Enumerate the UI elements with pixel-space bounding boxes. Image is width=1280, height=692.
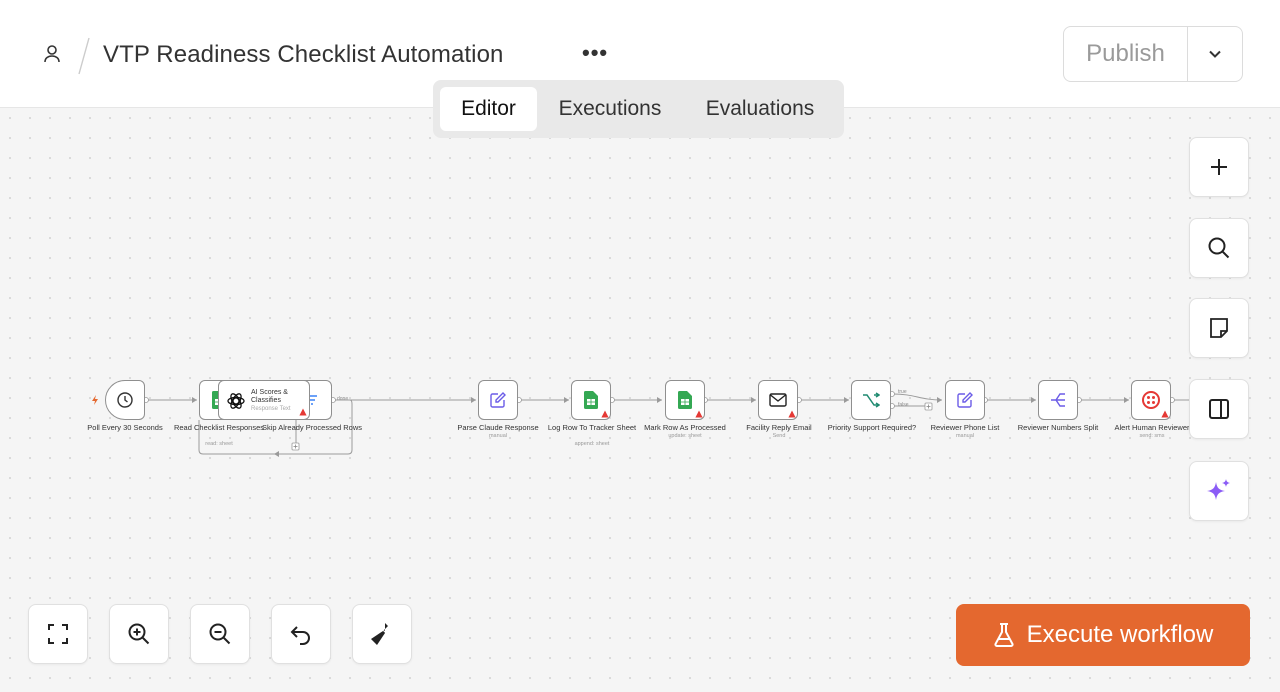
- node-sublabel: read: sheet: [205, 441, 233, 447]
- fullscreen-icon: [48, 624, 68, 644]
- zoom-out-icon: [209, 623, 231, 645]
- warning-icon: [601, 410, 609, 418]
- node-log-row-to-tracker-sheet[interactable]: [571, 380, 611, 420]
- tab-executions[interactable]: Executions: [541, 87, 679, 131]
- edge-label-done: done: [337, 396, 349, 402]
- sparkle-icon: [1207, 479, 1230, 500]
- clock-icon: [117, 392, 133, 408]
- sticky-note-icon: [1210, 318, 1228, 338]
- node-mark-row-as-processed[interactable]: [665, 380, 705, 420]
- node-ai-scores-classifies[interactable]: AI Scores & Classifies Response Text: [218, 380, 310, 420]
- split-icon: [1051, 393, 1065, 407]
- panel-icon: [1209, 399, 1229, 419]
- fit-view-button[interactable]: [28, 604, 88, 664]
- node-parse-claude-response[interactable]: [478, 380, 518, 420]
- search-button[interactable]: [1189, 218, 1249, 278]
- warning-icon: [299, 408, 307, 416]
- ai-node-title: AI Scores & Classifies: [251, 389, 288, 404]
- edit-icon: [957, 392, 973, 408]
- node-reviewer-phone-list[interactable]: [945, 380, 985, 420]
- execute-workflow-button[interactable]: Execute workflow: [956, 604, 1250, 666]
- mail-icon: [769, 393, 787, 407]
- toggle-panel-button[interactable]: [1189, 379, 1249, 439]
- edge-label-true: true: [898, 389, 907, 395]
- node-alert-human-reviewer[interactable]: [1131, 380, 1171, 420]
- node-sublabel: update: sheet: [668, 433, 702, 439]
- zoom-out-button[interactable]: [190, 604, 250, 664]
- plus-icon: [1211, 159, 1227, 175]
- node-sublabel: manual: [955, 433, 975, 439]
- google-sheets-icon: [678, 391, 692, 409]
- warning-icon: [788, 410, 796, 418]
- sticky-note-button[interactable]: [1189, 298, 1249, 358]
- flask-icon: [994, 623, 1014, 647]
- ai-assistant-button[interactable]: [1189, 461, 1249, 521]
- node-priority-support-required[interactable]: [851, 380, 891, 420]
- node-sublabel: append: sheet: [574, 441, 610, 447]
- node-sublabel: Send: [772, 433, 786, 439]
- node-sublabel: manual: [488, 433, 508, 439]
- warning-icon: [1161, 410, 1169, 418]
- edge-label-false: false: [898, 402, 909, 408]
- undo-icon: [290, 626, 310, 645]
- node-facility-reply-email[interactable]: [758, 380, 798, 420]
- tab-evaluations[interactable]: Evaluations: [687, 87, 833, 131]
- twilio-icon: [1142, 391, 1160, 409]
- add-node-button[interactable]: [1189, 137, 1249, 197]
- edit-icon: [490, 392, 506, 408]
- node-sublabel: send: sms: [1139, 433, 1165, 439]
- zoom-in-button[interactable]: [109, 604, 169, 664]
- tidy-up-button[interactable]: [352, 604, 412, 664]
- tab-editor[interactable]: Editor: [440, 87, 537, 131]
- switch-icon: [863, 392, 880, 408]
- warning-icon: [695, 410, 703, 418]
- ai-node-sublabel: Response Text: [251, 406, 291, 412]
- search-icon: [1208, 237, 1230, 259]
- node-reviewer-numbers-split[interactable]: [1038, 380, 1078, 420]
- broom-icon: [371, 623, 388, 645]
- execute-workflow-label: Execute workflow: [1026, 621, 1214, 648]
- trigger-bolt-icon: [91, 395, 99, 405]
- google-sheets-icon: [584, 391, 598, 409]
- node-poll-every-30-seconds[interactable]: [105, 380, 145, 420]
- zoom-in-icon: [128, 623, 150, 645]
- view-tabs: Editor Executions Evaluations: [433, 80, 844, 138]
- node-label: Skip Already Processed Rows: [261, 423, 363, 432]
- undo-button[interactable]: [271, 604, 331, 664]
- openai-icon: [226, 391, 246, 411]
